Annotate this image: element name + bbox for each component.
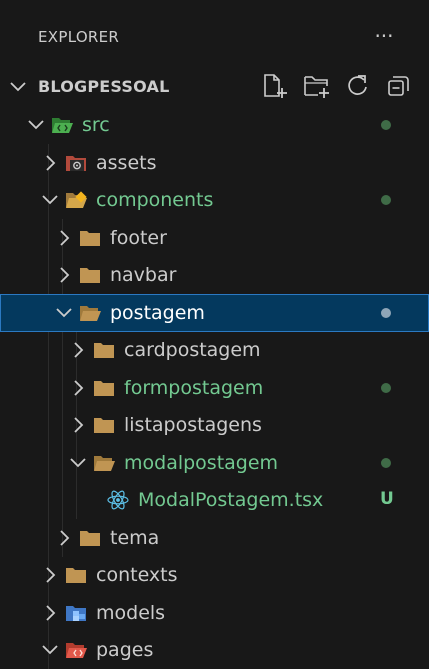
- tree-item-label: modalpostagem: [124, 452, 279, 474]
- new-file-icon[interactable]: [260, 72, 290, 100]
- tree-item-label: listapostagens: [124, 414, 262, 436]
- chevron-down-icon[interactable]: [54, 303, 74, 323]
- git-status-dot: [381, 383, 391, 393]
- chevron-down-icon[interactable]: [40, 190, 60, 210]
- folder-assets-icon: [66, 156, 86, 171]
- chevron-down-icon[interactable]: [40, 640, 60, 660]
- folder-pages-open-icon: [66, 643, 87, 658]
- tree-item-label: ModalPostagem.tsx: [138, 489, 324, 511]
- folder-item[interactable]: models: [0, 594, 429, 632]
- folder-icon: [66, 568, 86, 583]
- chevron-down-icon: [10, 82, 26, 92]
- tree-item-label: formpostagem: [124, 377, 264, 399]
- folder-icon: [80, 531, 100, 546]
- chevron-right-icon[interactable]: [40, 565, 60, 585]
- tree-item-label: contexts: [96, 564, 178, 586]
- folder-open-icon: [80, 306, 101, 321]
- chevron-down-icon[interactable]: [68, 453, 88, 473]
- folder-open-icon: [94, 456, 115, 471]
- workspace-section-header[interactable]: BLOGPESSOAL: [0, 68, 429, 104]
- chevron-right-icon[interactable]: [54, 265, 74, 285]
- tree-item-label: components: [96, 189, 214, 211]
- git-status-dot: [381, 195, 391, 205]
- folder-item[interactable]: formpostagem: [0, 369, 429, 407]
- more-actions-icon[interactable]: ···: [370, 22, 398, 50]
- git-status-dot: [381, 308, 391, 318]
- folder-item[interactable]: src: [0, 106, 429, 144]
- chevron-right-icon[interactable]: [68, 415, 88, 435]
- chevron-right-icon[interactable]: [40, 153, 60, 173]
- tree-item-label: models: [96, 602, 166, 624]
- folder-icon: [80, 268, 100, 283]
- tree-item-label: tema: [110, 527, 160, 549]
- chevron-right-icon[interactable]: [40, 603, 60, 623]
- folder-src-open-icon: [52, 118, 73, 133]
- explorer-header: EXPLORER ···: [0, 0, 429, 74]
- folder-item[interactable]: assets: [0, 144, 429, 182]
- react-icon: [107, 490, 129, 510]
- tree-item-label: navbar: [110, 264, 177, 286]
- chevron-down-icon[interactable]: [26, 115, 46, 135]
- folder-item[interactable]: modalpostagem: [0, 444, 429, 482]
- folder-components-open-icon: [66, 191, 87, 208]
- folder-item[interactable]: listapostagens: [0, 406, 429, 444]
- chevron-right-icon[interactable]: [68, 340, 88, 360]
- chevron-right-icon[interactable]: [54, 528, 74, 548]
- chevron-right-icon[interactable]: [54, 228, 74, 248]
- git-status-dot: [381, 458, 391, 468]
- folder-icon: [94, 418, 114, 433]
- tree-item-label: postagem: [110, 302, 205, 324]
- folder-item[interactable]: navbar: [0, 256, 429, 294]
- section-actions: [260, 72, 420, 100]
- git-status-badge: U: [380, 489, 394, 509]
- tree-item-label: footer: [110, 227, 167, 249]
- file-item[interactable]: ModalPostagem.tsx U: [0, 481, 429, 519]
- git-status-dot: [381, 120, 391, 130]
- refresh-icon[interactable]: [343, 72, 373, 100]
- tree-item-label: pages: [96, 639, 154, 661]
- folder-item[interactable]: components: [0, 181, 429, 219]
- collapse-all-icon[interactable]: [384, 72, 414, 100]
- workspace-title: BLOGPESSOAL: [38, 77, 170, 96]
- folder-item[interactable]: cardpostagem: [0, 331, 429, 369]
- folder-models-icon: [66, 606, 86, 621]
- tree-item-label: assets: [96, 152, 157, 174]
- folder-icon: [80, 231, 100, 246]
- folder-item[interactable]: footer: [0, 219, 429, 257]
- folder-item[interactable]: contexts: [0, 556, 429, 594]
- folder-icon: [94, 343, 114, 358]
- chevron-right-icon[interactable]: [68, 378, 88, 398]
- folder-icon: [94, 381, 114, 396]
- folder-item[interactable]: tema: [0, 519, 429, 557]
- tree-item-label: cardpostagem: [124, 339, 261, 361]
- tree-item-label: src: [82, 114, 110, 136]
- new-folder-icon[interactable]: [302, 72, 332, 100]
- folder-item[interactable]: pages: [0, 631, 429, 669]
- folder-item[interactable]: postagem: [0, 294, 429, 332]
- explorer-title: EXPLORER: [38, 28, 120, 46]
